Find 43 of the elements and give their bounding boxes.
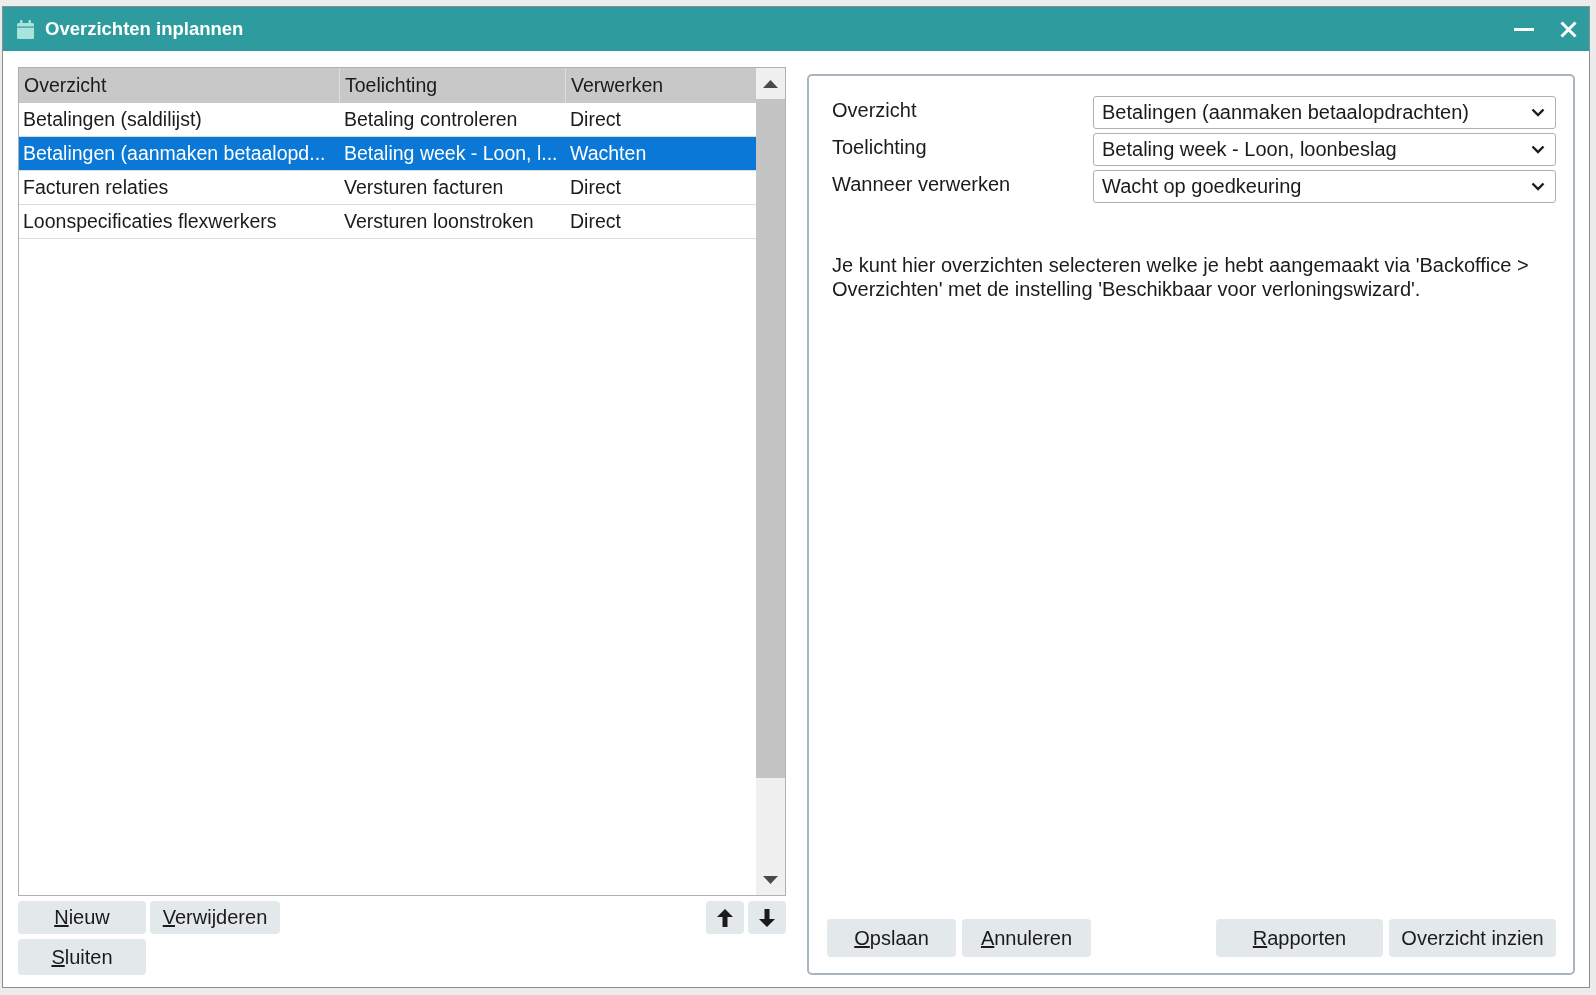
chevron-down-icon <box>1531 145 1545 154</box>
field-label: Overzicht <box>832 99 918 123</box>
table-cell-text: Versturen facturen <box>343 175 505 200</box>
table-cell-text: Direct <box>569 175 622 200</box>
table-cell-text: Betaling week - Loon, l... <box>343 141 559 166</box>
calendar-icon <box>17 19 34 39</box>
dropdown[interactable]: Betalingen (aanmaken betaalopdrachten) <box>1093 96 1556 129</box>
scrollbar-thumb[interactable] <box>756 99 785 778</box>
arrow-down-icon <box>759 908 775 927</box>
move-up-button[interactable] <box>706 901 744 934</box>
close-icon <box>1559 20 1577 38</box>
field-label: Wanneer verwerken <box>832 173 1012 197</box>
window-title: Overzichten inplannen <box>45 18 245 40</box>
table-cell-text: Betaling controleren <box>343 107 519 132</box>
chevron-down-icon <box>1531 108 1545 117</box>
table-cell-text: Direct <box>569 209 622 234</box>
table-cell-text: Wachten <box>569 141 648 166</box>
column-header[interactable]: Verwerken <box>566 68 756 103</box>
table-cell-text: Direct <box>569 107 622 132</box>
chevron-down-icon <box>1531 182 1545 191</box>
scrollbar[interactable] <box>756 68 785 895</box>
field-label: Toelichting <box>832 136 928 160</box>
button[interactable]: Opslaan <box>827 919 956 957</box>
table-cell-text: Versturen loonstroken <box>343 209 535 234</box>
dropdown[interactable]: Betaling week - Loon, loonbeslag <box>1093 133 1556 166</box>
button[interactable]: Verwijderen <box>150 901 280 934</box>
button[interactable]: Rapporten <box>1216 919 1383 957</box>
triangle-down-icon[interactable] <box>763 875 778 884</box>
table-cell-text: Loonspecificaties flexwerkers <box>22 209 278 234</box>
arrow-up-icon <box>717 908 733 927</box>
minimize-icon <box>1514 27 1534 31</box>
dropdown[interactable]: Wacht op goedkeuring <box>1093 170 1556 203</box>
table-row[interactable]: Betalingen (aanmaken betaalopd... Betaling week - Loon, l... Wachten <box>19 137 756 171</box>
button[interactable]: Annuleren <box>962 919 1091 957</box>
move-down-button[interactable] <box>748 901 786 934</box>
triangle-up-icon[interactable] <box>763 79 778 88</box>
table-cell-text: Betalingen (aanmaken betaalopd... <box>22 141 327 166</box>
button[interactable]: Nieuw <box>18 901 146 934</box>
table-cell-text: Betalingen (saldilijst) <box>22 107 203 132</box>
table-cell-text: Facturen relaties <box>22 175 170 200</box>
button[interactable]: Overzicht inzien <box>1389 919 1556 957</box>
info-text: Je kunt hier overzichten selecteren welke je hebt aangemaakt via 'Backoffice > Overzichten' met de instelling 'Beschikbaar voor verloningswizard'. <box>831 253 1530 301</box>
button[interactable]: Sluiten <box>18 939 146 975</box>
